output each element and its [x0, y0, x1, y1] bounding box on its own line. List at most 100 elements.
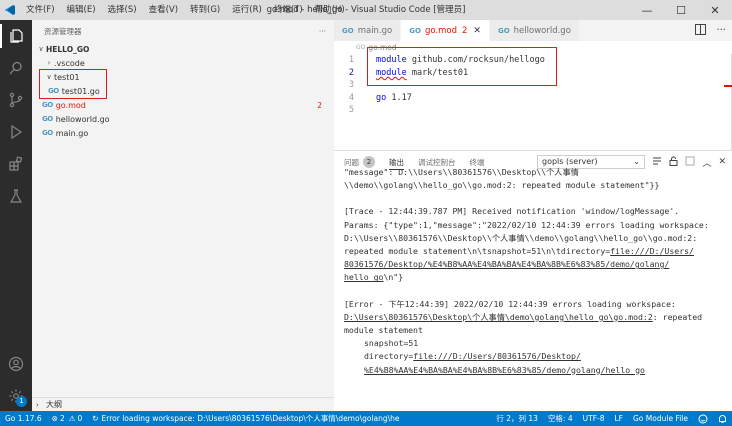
highlight-box [367, 47, 557, 86]
error-icon: ⊗ [51, 414, 58, 423]
go-version-status[interactable]: Go 1.17.6 [0, 414, 47, 423]
log-line: \\demo\\golang\\hello_go\\go.mod:2: repe… [344, 180, 660, 191]
tab-label: go.mod [424, 25, 457, 36]
log-line: Params: {"type":1,"message":"2022/02/10 … [344, 219, 709, 230]
log-link[interactable]: hello_go [344, 272, 383, 282]
status-bar: Go 1.17.6 ⊗ 2 ⚠ 0 ↻ Error loading worksp… [0, 411, 732, 426]
log-line: [Trace - 12:44:39.787 PM] Received notif… [344, 206, 680, 217]
menu-view[interactable]: 查看(V) [143, 0, 184, 20]
vscode-logo-icon [0, 0, 20, 20]
eol-status[interactable]: LF [610, 414, 629, 423]
warning-icon: ⚠ [68, 414, 76, 423]
close-tab-icon[interactable]: ✕ [473, 26, 481, 36]
tree-item-helloworld-go[interactable]: GO helloworld.go [32, 112, 334, 126]
maximize-button[interactable]: ☐ [664, 0, 698, 20]
tree-item-main-go[interactable]: GO main.go [32, 126, 334, 140]
search-icon[interactable] [0, 52, 32, 84]
menu-go[interactable]: 转到(G) [184, 0, 226, 20]
error-count: 2 [59, 414, 65, 423]
notifications-bell-icon[interactable] [713, 414, 732, 424]
split-editor-icon[interactable] [695, 23, 707, 38]
line-number: 4 [348, 92, 354, 103]
manage-gear-icon[interactable]: 1 [0, 380, 32, 412]
output-channel-value: gopls (server) [542, 157, 598, 166]
workspace-root[interactable]: ∨ HELLO_GO [32, 42, 334, 56]
window-controls: — ☐ ✕ [630, 0, 732, 20]
title-bar: 文件(F) 编辑(E) 选择(S) 查看(V) 转到(G) 运行(R) 终端(T… [0, 0, 732, 20]
outline-section[interactable]: › 大纲 [32, 397, 334, 411]
status-bar-right: 行 2，列 13 空格: 4 UTF-8 LF Go Module File [491, 411, 732, 426]
minimize-button[interactable]: — [630, 0, 664, 20]
explorer-more-button[interactable]: ··· [319, 27, 326, 36]
tree-item-vscode[interactable]: › .vscode [32, 56, 334, 70]
explorer-header: 资源管理器 ··· [32, 20, 334, 42]
testing-icon[interactable] [0, 180, 32, 212]
language-mode-status[interactable]: Go Module File [628, 414, 693, 423]
line-number: 3 [348, 80, 354, 91]
encoding-status[interactable]: UTF-8 [578, 414, 610, 423]
log-link[interactable]: file:///D:/Users/80361576/Desktop/ [413, 351, 581, 361]
go-file-icon: GO [497, 26, 510, 35]
log-link[interactable]: file:///D:/Users/ [610, 246, 694, 256]
tab-label: main.go [357, 25, 393, 36]
explorer-title: 资源管理器 [44, 26, 82, 36]
tab-helloworld-go[interactable]: GO helloworld.go [489, 20, 580, 41]
close-window-button[interactable]: ✕ [698, 0, 732, 20]
highlight-box [39, 69, 107, 99]
line-number: 2 [348, 67, 354, 78]
feedback-icon[interactable] [693, 414, 713, 424]
indentation-status[interactable]: 空格: 4 [543, 413, 578, 424]
menu-edit[interactable]: 编辑(E) [61, 0, 102, 20]
chevron-down-icon: ∨ [38, 45, 44, 53]
source-control-icon[interactable] [0, 84, 32, 116]
line-text: go 1.17 [376, 92, 412, 103]
tree-item-label: go.mod [55, 100, 86, 110]
tab-main-go[interactable]: GO main.go [334, 20, 402, 41]
log-line: D:\Users\80361576\Desktop\个人事情\demo\gola… [344, 311, 703, 322]
code-line: 5 [334, 104, 732, 117]
menu-selection[interactable]: 选择(S) [102, 0, 143, 20]
log-spacer [344, 285, 722, 298]
account-icon[interactable] [0, 348, 32, 380]
menu-run[interactable]: 运行(R) [226, 0, 268, 20]
editor-area: GO main.go GO go.mod 2 ✕ GO helloworld.g… [334, 20, 732, 150]
log-line: [Error - 下午12:44:39] 2022/02/10 12:44:39… [344, 298, 676, 309]
tree-item-label: .vscode [54, 58, 85, 68]
go-file-icon: GO [42, 101, 53, 109]
tree-item-label: helloworld.go [55, 114, 110, 124]
menu-help[interactable]: 帮助(H) [309, 0, 351, 20]
go-file-icon: GO [342, 26, 354, 35]
run-debug-icon[interactable] [0, 116, 32, 148]
output-log[interactable]: "message": D:\\Users\\80361576\\Desktop\… [334, 167, 732, 377]
problems-status[interactable]: ⊗ 2 ⚠ 0 [47, 414, 88, 423]
workspace-error-message: Error loading workspace: D:\Users\803615… [101, 414, 400, 423]
log-line: snapshot=51 [364, 338, 419, 349]
files-icon[interactable] [0, 20, 32, 52]
line-number: 5 [348, 105, 354, 116]
extensions-icon[interactable] [0, 148, 32, 180]
manage-badge: 1 [16, 396, 27, 407]
error-marker [724, 85, 732, 87]
editor-actions: ··· [695, 20, 726, 41]
log-link[interactable]: %E4%B8%AA%E4%BA%BA%E4%BA%8B%E6%83%85/dem… [344, 364, 722, 377]
go-file-icon: GO [356, 44, 366, 51]
workspace-error-status[interactable]: ↻ Error loading workspace: D:\Users\8036… [87, 413, 404, 424]
go-file-icon: GO [42, 129, 53, 137]
more-actions-icon[interactable]: ··· [716, 25, 726, 36]
output-panel: 问题 2 输出 调试控制台 终端 gopls (server) ⌄ ︿ ✕ "m… [334, 150, 732, 411]
outline-label: 大纲 [46, 400, 62, 409]
tab-error-count: 2 [461, 25, 468, 36]
go-file-icon: GO [42, 115, 53, 123]
menu-file[interactable]: 文件(F) [20, 0, 61, 20]
tree-item-go-mod[interactable]: GO go.mod 2 [32, 98, 334, 112]
error-count-badge: 2 [317, 100, 322, 110]
warning-count: 0 [77, 414, 83, 423]
tab-go-mod[interactable]: GO go.mod 2 ✕ [401, 20, 490, 41]
log-link[interactable]: D:\Users\80361576\Desktop\个人事情\demo\gola… [344, 312, 653, 322]
cursor-position-status[interactable]: 行 2，列 13 [491, 413, 543, 424]
tab-label: helloworld.go [513, 25, 571, 36]
line-number: 1 [348, 55, 354, 66]
log-line: hello_go\n"} [344, 272, 404, 283]
log-link[interactable]: 80361576/Desktop/%E4%B8%AA%E4%BA%BA%E4%B… [344, 258, 722, 271]
menu-terminal[interactable]: 终端(T) [268, 0, 309, 20]
